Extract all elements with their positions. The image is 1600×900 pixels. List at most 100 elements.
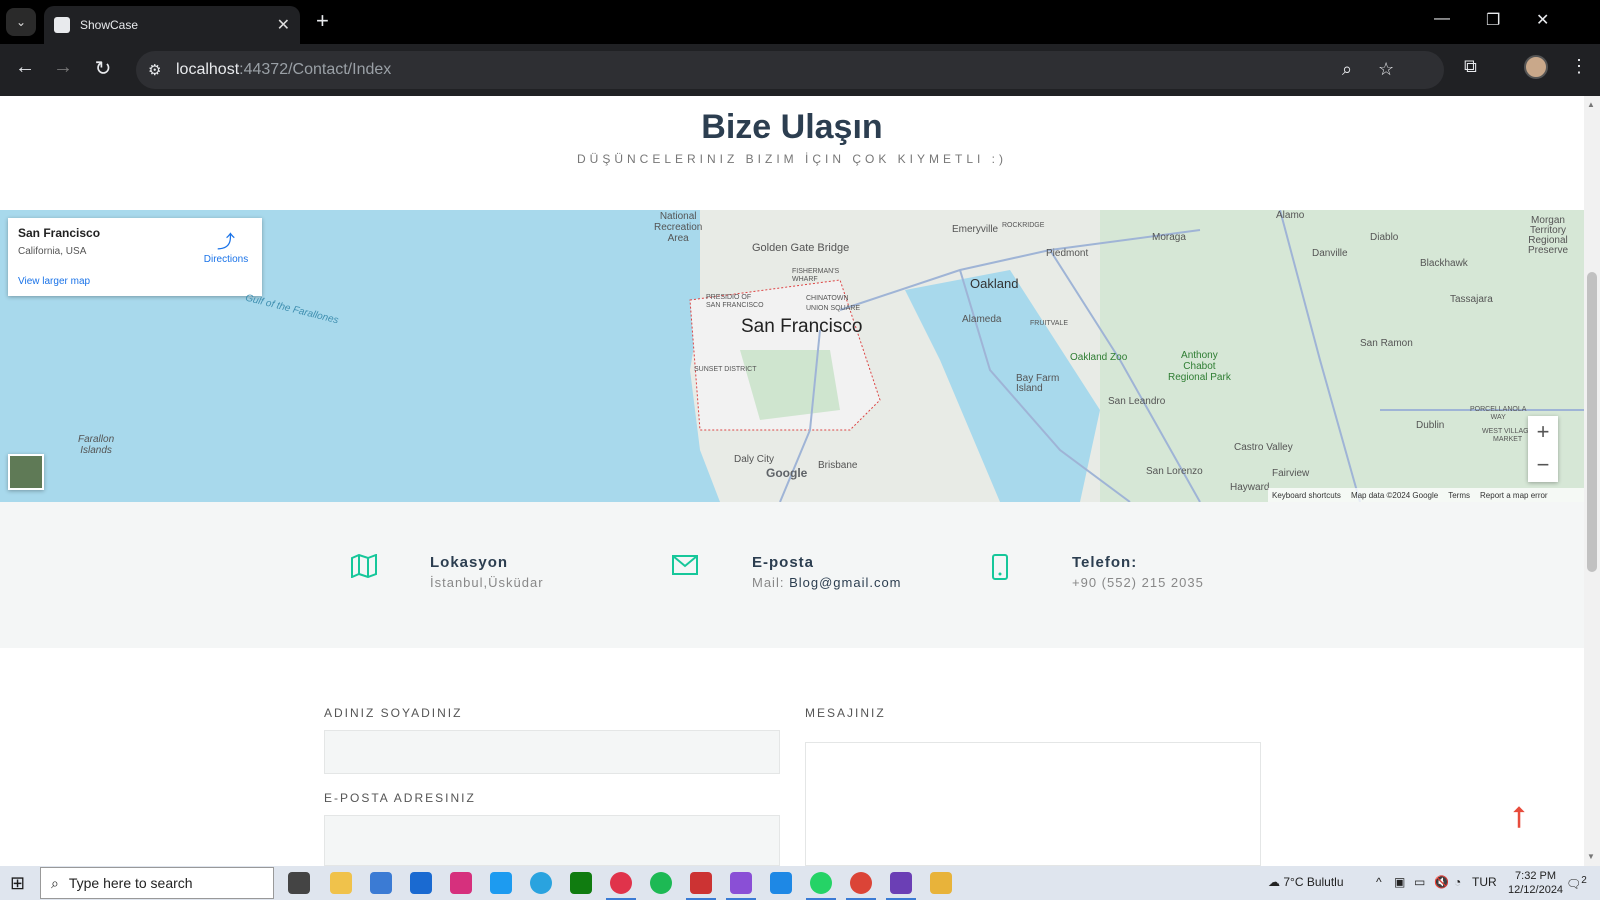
address-bar[interactable]: ⚙ localhost:44372/Contact/Index ⌕ ☆ [136,51,1444,89]
browser-tab-bar: ⌄ ShowCase ✕ + — ❐ ✕ [0,0,1600,44]
map-label-diablo: Diablo [1370,232,1399,243]
taskbar-search-box[interactable]: ⌕ Type here to search [40,867,274,899]
map-label-san-ramon: San Ramon [1360,338,1413,349]
email-input[interactable] [324,815,780,866]
satellite-toggle-button[interactable] [8,454,44,490]
report-error-link[interactable]: Report a map error [1480,491,1548,500]
outlook-icon[interactable] [410,872,432,894]
email-prefix: Mail: [752,575,790,590]
tab-search-button[interactable]: ⌄ [6,8,36,36]
whatsapp-icon[interactable] [806,872,836,900]
store-icon[interactable] [370,872,392,894]
wifi-icon[interactable]: ◔ [1454,875,1461,889]
map-label-hayward: Hayward [1230,482,1270,493]
page-content: Bize Ulaşın DÜŞÜNCELERINIZ BIZIM İÇIN ÇO… [0,96,1584,866]
map-label-san-francisco: San Francisco [741,316,863,337]
map-label-fairview: Fairview [1272,468,1310,479]
map-label-castro-valley: Castro Valley [1234,442,1293,453]
windows-start-icon[interactable]: ⊞ [10,873,25,894]
scroll-up-arrow-icon[interactable]: ▲ [1587,100,1595,109]
opera-icon[interactable] [606,872,636,900]
map-label-chinatown: CHINATOWN UNION SQUARE [806,295,861,312]
tab-close-icon[interactable]: ✕ [277,15,290,35]
tray-chevron-icon[interactable]: ^ [1376,875,1382,889]
phone-value[interactable]: +90 (552) 215 2035 [1072,575,1204,590]
battery-icon[interactable]: ▭ [1414,875,1425,889]
menu-kebab-icon[interactable]: ⋮ [1570,56,1588,77]
spotify-icon[interactable] [650,872,672,894]
notification-icon[interactable]: 🗨2 [1566,875,1587,891]
task-view-icon[interactable] [288,872,310,894]
taskbar-clock[interactable]: 7:32 PM 12/12/2024 [1508,869,1563,897]
zoom-magnifier-icon[interactable]: ⌕ [1342,59,1352,80]
map-label-blackhawk: Blackhawk [1420,258,1468,269]
network-icon[interactable]: ▣ [1394,875,1405,889]
zoom-out-button[interactable]: − [1528,449,1558,482]
location-value: İstanbul,Üsküdar [430,575,544,590]
map-label-porcellanola: PORCELLANOLA WAY [1470,406,1527,421]
embedded-map[interactable]: San Francisco California, USA View large… [0,210,1584,502]
phone-icon [992,554,1072,590]
zoom-in-button[interactable]: + [1528,416,1558,449]
phone-info: Telefon: +90 (552) 215 2035 [992,554,1204,590]
map-label-alameda: Alameda [962,314,1002,325]
reload-icon[interactable]: ↻ [90,56,116,81]
map-label-piedmont: Piedmont [1046,248,1089,259]
file-explorer-icon[interactable] [330,872,352,894]
location-info: Lokasyon İstanbul,Üsküdar [350,553,544,590]
scroll-to-top-button[interactable]: ⭡ [1512,802,1526,836]
map-label-anthony-chabot: Anthony Chabot Regional Park [1168,350,1231,383]
page-scrollbar[interactable]: ▲ ▼ [1584,96,1600,866]
keyboard-shortcuts-link[interactable]: Keyboard shortcuts [1272,491,1341,500]
map-data-text: Map data ©2024 Google [1350,490,1439,500]
map-label-golden-gate: Golden Gate Bridge [752,242,850,254]
visual-studio-icon[interactable] [726,872,756,900]
restore-icon[interactable]: ❐ [1486,10,1500,30]
browser-tab[interactable]: ShowCase ✕ [44,6,300,44]
window-close-icon[interactable]: ✕ [1536,10,1549,30]
view-larger-map-link[interactable]: View larger map [18,276,90,287]
map-label-dublin: Dublin [1416,420,1445,431]
app-icon[interactable] [686,872,716,900]
back-arrow-icon[interactable]: ← [12,56,38,79]
new-tab-button[interactable]: + [316,8,329,34]
volume-mute-icon[interactable]: 🔇 [1434,875,1449,889]
email-value[interactable]: Blog@gmail.com [789,575,901,590]
forward-arrow-icon[interactable]: → [50,56,76,79]
name-input[interactable] [324,730,780,774]
map-label-oakland-zoo: Oakland Zoo [1070,352,1128,363]
map-label-brisbane: Brisbane [818,460,858,471]
telegram-icon[interactable] [530,872,552,894]
extensions-puzzle-icon[interactable]: ⧉ [1464,56,1477,77]
url-host: localhost [176,61,240,78]
minimize-icon[interactable]: — [1434,10,1450,28]
tab-title: ShowCase [80,18,139,32]
scrollbar-thumb[interactable] [1587,272,1597,572]
message-textarea[interactable] [805,742,1261,866]
notification-count: 2 [1581,875,1587,886]
site-info-icon[interactable]: ⚙ [148,61,161,79]
paint-icon[interactable] [930,872,952,894]
bookmark-star-icon[interactable]: ☆ [1378,59,1394,80]
vscode-icon[interactable] [770,872,792,894]
twitter-icon[interactable] [490,872,512,894]
profile-avatar[interactable] [1524,55,1548,79]
scroll-down-arrow-icon[interactable]: ▼ [1587,852,1595,861]
map-label-morgan-territory: Morgan Territory Regional Preserve [1528,215,1569,256]
map-icon [350,553,430,590]
visual-studio-2-icon[interactable] [886,872,916,900]
chrome-icon[interactable] [846,872,876,900]
language-indicator[interactable]: TUR [1472,875,1497,889]
map-attribution: Keyboard shortcuts Map data ©2024 Google… [1268,488,1584,502]
email-label: E-posta [752,554,815,571]
map-label-fishermans: FISHERMAN'S WHARF [792,268,840,283]
instagram-icon[interactable] [450,872,472,894]
map-label-oakland: Oakland [970,276,1019,291]
weather-widget[interactable]: ☁ 7°C Bulutlu [1268,875,1344,889]
map-label-san-leandro: San Leandro [1108,396,1166,407]
directions-button[interactable]: ⤴ Directions [200,228,252,265]
map-label-emeryville: Emeryville [952,224,999,235]
terms-link[interactable]: Terms [1448,491,1470,500]
xbox-icon[interactable] [570,872,592,894]
taskbar-search-placeholder: Type here to search [68,875,193,891]
